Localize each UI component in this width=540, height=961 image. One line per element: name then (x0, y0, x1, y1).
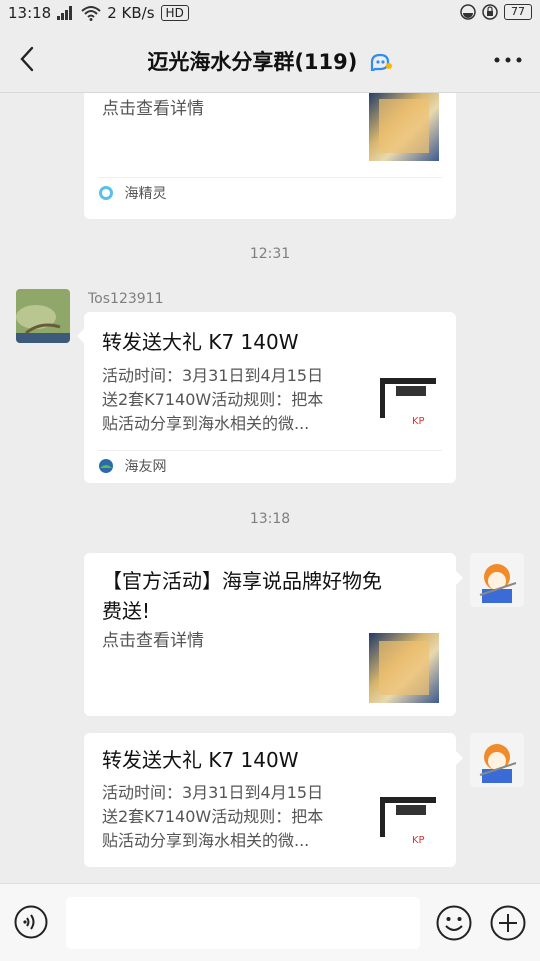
link-card[interactable]: 【官方活动】海享说品牌好物免 费送! 点击查看详情 (84, 553, 456, 716)
card-source-label: 海精灵 (124, 186, 167, 202)
card-desc-line: 贴活动分享到海水相关的微... (102, 414, 310, 433)
app-source-icon (99, 186, 113, 200)
link-card[interactable]: 点击查看详情 海精灵 (84, 93, 456, 219)
chat-header: 迈光海水分享群(119) (0, 28, 540, 93)
bubble-arrow (456, 571, 463, 585)
avatar[interactable] (470, 733, 524, 787)
battery-indicator: 77 (504, 4, 532, 20)
status-bar: 13:18 2 KB/s HD 77 (0, 0, 540, 28)
message-list[interactable]: 点击查看详情 海精灵 12:31 Tos123911 转发送大礼 K7 140W… (0, 93, 540, 883)
card-source: 海友网 (98, 450, 442, 483)
clock: 13:18 (8, 4, 52, 22)
sender-name: Tos123911 (88, 291, 164, 307)
timestamp: 12:31 (249, 246, 291, 262)
card-thumbnail (369, 93, 439, 161)
card-title-line: 【官方活动】海享说品牌好物免 (102, 569, 382, 593)
card-detail: 点击查看详情 (102, 631, 204, 651)
card-desc-line: 活动时间：3月31日到4月15日 (102, 783, 324, 802)
site-source-icon (99, 459, 113, 473)
timestamp: 13:18 (249, 511, 291, 527)
card-source-label: 海友网 (124, 459, 167, 475)
card-title-line: 费送! (102, 599, 151, 623)
bubble-arrow (456, 751, 463, 765)
card-desc-line: 送2套K7140W活动规则：把本 (102, 390, 324, 409)
more-icon[interactable] (492, 48, 524, 72)
wifi-icon (81, 6, 101, 21)
card-source: 海精灵 (98, 177, 442, 210)
bubble-arrow (77, 329, 84, 343)
input-bar (0, 883, 540, 961)
plus-icon[interactable] (490, 905, 526, 941)
group-name: 迈光海水分享群(119) (147, 50, 358, 74)
message-input[interactable] (66, 897, 420, 949)
avatar[interactable] (470, 553, 524, 607)
page-title: 迈光海水分享群(119) (0, 46, 540, 76)
link-card[interactable]: 转发送大礼 K7 140W 活动时间：3月31日到4月15日 送2套K7140W… (84, 733, 456, 867)
card-thumbnail: KP (380, 797, 436, 846)
group-tag-icon[interactable] (369, 53, 393, 71)
clock-status-icon (460, 4, 476, 20)
card-thumbnail (369, 633, 439, 703)
link-card[interactable]: 转发送大礼 K7 140W 活动时间：3月31日到4月15日 送2套K7140W… (84, 312, 456, 483)
card-thumbnail: KP (380, 378, 436, 427)
card-desc-line: 送2套K7140W活动规则：把本 (102, 807, 324, 826)
hd-badge: HD (160, 5, 189, 21)
card-title: 转发送大礼 K7 140W (102, 748, 299, 772)
card-title: 转发送大礼 K7 140W (102, 330, 299, 354)
avatar[interactable] (16, 289, 70, 343)
emoji-icon[interactable] (436, 905, 472, 941)
svg-text:KP: KP (412, 835, 425, 846)
card-detail: 点击查看详情 (102, 99, 204, 119)
card-desc-line: 活动时间：3月31日到4月15日 (102, 366, 324, 385)
card-desc-line: 贴活动分享到海水相关的微... (102, 831, 310, 850)
svg-text:KP: KP (412, 416, 425, 427)
signal-icon (57, 6, 75, 20)
lock-rotation-icon (482, 4, 498, 20)
network-speed: 2 KB/s (107, 4, 155, 22)
voice-icon[interactable] (14, 905, 48, 939)
